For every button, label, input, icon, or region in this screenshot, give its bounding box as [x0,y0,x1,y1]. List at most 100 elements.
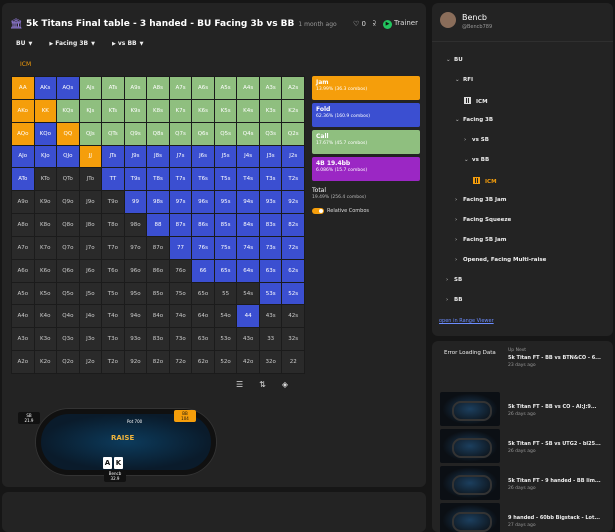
hand-cell[interactable]: Q2o [57,351,79,373]
path-vsbb-dropdown[interactable]: ▶ vs BB ▼ [109,40,144,47]
tree-item[interactable]: ⌄ vs BB [464,157,489,163]
hand-cell[interactable]: 62o [192,351,214,373]
hand-cell[interactable]: Q4s [237,122,259,145]
hand-cell[interactable]: KQo [34,122,57,145]
hand-cell[interactable]: Q8o [57,214,79,236]
tree-item[interactable]: › SB [446,277,462,283]
hand-cell[interactable]: A7o [12,236,34,259]
hand-cell[interactable]: KTs [102,99,124,122]
hand-cell[interactable]: J8s [147,145,169,168]
hand-cell[interactable]: 64o [192,305,214,328]
hand-cell[interactable]: 77 [169,236,192,259]
hand-cell[interactable]: 54o [214,305,237,328]
hand-cell[interactable]: 54s [237,282,259,305]
hand-cell[interactable]: J8o [79,214,102,236]
hand-cell[interactable]: J5s [214,145,237,168]
relative-combos-toggle[interactable]: Relative Combos [312,208,420,214]
hand-cell[interactable]: 97o [124,236,147,259]
hand-cell[interactable]: Q6s [192,122,214,145]
hand-cell[interactable]: 95s [214,191,237,214]
hand-cell[interactable]: 53s [259,282,282,305]
hand-cell[interactable]: AQo [12,122,34,145]
hand-cell[interactable]: 93o [124,328,147,351]
hand-cell[interactable]: 99 [124,191,147,214]
trainer-button[interactable]: ▶ Trainer [383,19,418,29]
hand-cell[interactable]: T6s [192,168,214,191]
hand-cell[interactable]: T4o [102,305,124,328]
hand-cell[interactable]: K7s [169,99,192,122]
video-thumbnail[interactable] [440,503,500,532]
hand-cell[interactable]: 65s [214,259,237,282]
hand-cell[interactable]: Q3o [57,328,79,351]
hand-cell[interactable]: 92o [124,351,147,373]
hand-cell[interactable]: T5s [214,168,237,191]
like-button[interactable]: ♡ 0 [353,20,366,28]
hand-cell[interactable]: K9s [124,99,147,122]
hand-cell[interactable]: 82o [147,351,169,373]
hand-cell[interactable]: 86s [192,214,214,236]
hand-cell[interactable]: AA [12,77,34,99]
hand-cell[interactable]: 84s [237,214,259,236]
hand-cell[interactable]: 84o [147,305,169,328]
hand-cell[interactable]: 83s [259,214,282,236]
hand-cell[interactable]: 96o [124,259,147,282]
hand-cell[interactable]: K2o [34,351,57,373]
tree-item[interactable]: ⌄ RFI [455,77,473,83]
hand-cell[interactable]: Q9o [57,191,79,214]
hand-cell[interactable]: K8s [147,99,169,122]
hand-cell[interactable]: 63s [259,259,282,282]
hand-cell[interactable]: T6o [102,259,124,282]
hand-cell[interactable]: 94s [237,191,259,214]
hand-cell[interactable]: J3s [259,145,282,168]
video-title[interactable]: 5k Titan FT - 9 handed - BB lim... [508,478,601,484]
hand-cell[interactable]: Q4o [57,305,79,328]
hand-cell[interactable]: J9o [79,191,102,214]
hand-cell[interactable]: 52s [282,282,304,305]
hand-cell[interactable]: QTs [102,122,124,145]
hand-cell[interactable]: JTo [79,168,102,191]
hand-cell[interactable]: A3o [12,328,34,351]
hand-cell[interactable]: T8o [102,214,124,236]
hand-cell[interactable]: A4o [12,305,34,328]
hand-cell[interactable]: A8s [147,77,169,99]
tree-item[interactable]: › Facing Squeeze [455,217,511,223]
hand-cell[interactable]: A9s [124,77,147,99]
hand-cell[interactable]: T5o [102,282,124,305]
hand-cell[interactable]: 86o [147,259,169,282]
video-title[interactable]: 9 handed - 60bb Bigstack - Lot... [508,515,600,521]
hand-cell[interactable]: 97s [169,191,192,214]
hand-cell[interactable]: 65o [192,282,214,305]
hand-cell[interactable]: 53o [214,328,237,351]
hand-cell[interactable]: 75s [214,236,237,259]
hand-cell[interactable]: JTs [102,145,124,168]
hand-cell[interactable]: QJs [79,122,102,145]
hand-cell[interactable]: 42o [237,351,259,373]
hand-cell[interactable]: KTo [34,168,57,191]
user-name[interactable]: Bencb [462,13,487,22]
hand-cell[interactable]: 43s [259,305,282,328]
hand-cell[interactable]: 85s [214,214,237,236]
hand-cell[interactable]: A6s [192,77,214,99]
hand-cell[interactable]: J2o [79,351,102,373]
hand-cell[interactable]: K5s [214,99,237,122]
toggle-switch[interactable] [312,208,324,214]
legend-call[interactable]: Call 17.67% (45.7 combos) [312,130,420,154]
palette-icon[interactable]: ◈ [282,380,288,389]
video-thumbnail[interactable] [440,466,500,500]
hand-cell[interactable]: KJs [79,99,102,122]
tree-item[interactable]: ICM [473,177,497,185]
hand-cell[interactable]: 43o [237,328,259,351]
hand-cell[interactable]: 63o [192,328,214,351]
hand-cell[interactable]: J4s [237,145,259,168]
video-title[interactable]: 5k Titan FT - BB vs CO - Al:J:9... [508,404,597,410]
share-icon[interactable]: ⫂ [373,20,376,29]
range-viewer-link[interactable]: open in Range Viewer [439,318,494,324]
hand-cell[interactable]: T9s [124,168,147,191]
tree-item[interactable]: › Opened, Facing Multi-raise [455,257,546,263]
hand-cell[interactable]: 52o [214,351,237,373]
hand-cell[interactable]: J4o [79,305,102,328]
hand-cell[interactable]: ATs [102,77,124,99]
hand-cell[interactable]: K2s [282,99,304,122]
hand-cell[interactable]: 94o [124,305,147,328]
tree-item[interactable]: ICM [464,97,488,105]
